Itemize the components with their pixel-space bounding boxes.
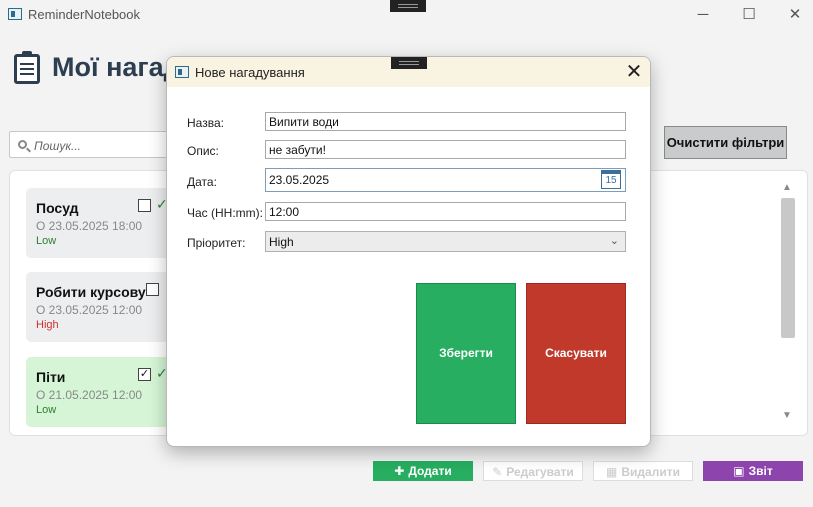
calendar-icon[interactable]: 15 bbox=[601, 170, 621, 189]
search-input[interactable]: Пошук... bbox=[9, 131, 169, 158]
date-value: 23.05.2025 bbox=[269, 173, 330, 187]
report-button[interactable]: ▣ Звіт bbox=[703, 461, 803, 481]
dialog-title: Нове нагадування bbox=[195, 65, 305, 80]
cancel-button[interactable]: Скасувати bbox=[526, 283, 626, 424]
time-label: Час (HH:mm): bbox=[187, 206, 263, 220]
reminder-card[interactable]: Посуд О 23.05.2025 18:00 Low ✓ bbox=[26, 188, 176, 258]
dialog-titlebar[interactable]: Нове нагадування ✕ bbox=[167, 57, 650, 87]
clipboard-icon bbox=[14, 51, 40, 84]
new-reminder-dialog: Нове нагадування ✕ Назва: Випити води Оп… bbox=[166, 56, 651, 447]
reminder-card[interactable]: Піти О 21.05.2025 12:00 Low ✓ ✓ bbox=[26, 357, 176, 427]
add-button[interactable]: ✚ Додати bbox=[373, 461, 473, 481]
done-checkbox[interactable] bbox=[146, 283, 159, 296]
drag-grip-icon[interactable] bbox=[390, 0, 426, 12]
reminder-priority: High bbox=[36, 319, 59, 331]
date-picker[interactable]: 23.05.2025 15 bbox=[265, 168, 626, 192]
search-icon bbox=[18, 140, 27, 149]
date-label: Дата: bbox=[187, 175, 217, 189]
priority-select[interactable]: High ⌄ bbox=[265, 231, 626, 252]
reminder-priority: Low bbox=[36, 235, 57, 247]
description-label: Опис: bbox=[187, 144, 219, 158]
maximize-button[interactable]: ☐ bbox=[726, 0, 772, 30]
scroll-up-icon[interactable]: ▲ bbox=[778, 182, 796, 196]
delete-button[interactable]: ▦ Видалити bbox=[593, 461, 693, 481]
reminder-title: Піти bbox=[36, 369, 66, 385]
reminder-datetime: О 23.05.2025 12:00 bbox=[36, 303, 143, 317]
drag-grip-icon[interactable] bbox=[391, 57, 427, 69]
done-checkbox[interactable] bbox=[138, 199, 151, 212]
description-field[interactable]: не забути! bbox=[265, 140, 626, 159]
dialog-close-button[interactable]: ✕ bbox=[620, 60, 648, 84]
close-window-button[interactable]: ✕ bbox=[772, 0, 813, 30]
trash-icon: ▦ bbox=[606, 465, 618, 479]
window-titlebar: ReminderNotebook ─ ☐ ✕ bbox=[0, 0, 813, 30]
list-scrollbar[interactable]: ▲ ▼ bbox=[778, 180, 796, 425]
window-title: ReminderNotebook bbox=[28, 7, 141, 22]
reminder-card[interactable]: Робити курсову О 23.05.2025 12:00 High bbox=[26, 272, 176, 342]
reminder-priority: Low bbox=[36, 404, 57, 416]
reminder-datetime: О 21.05.2025 12:00 bbox=[36, 388, 143, 402]
pencil-icon: ✎ bbox=[492, 465, 503, 479]
reminder-title: Робити курсову bbox=[36, 284, 146, 300]
plus-icon: ✚ bbox=[394, 464, 405, 478]
reminder-datetime: О 23.05.2025 18:00 bbox=[36, 219, 143, 233]
save-button[interactable]: Зберегти bbox=[416, 283, 516, 424]
clear-filters-button[interactable]: Очистити фільтри bbox=[664, 126, 787, 159]
scroll-down-icon[interactable]: ▼ bbox=[778, 410, 796, 424]
chevron-down-icon: ⌄ bbox=[609, 235, 619, 247]
report-icon: ▣ bbox=[733, 464, 745, 478]
edit-button[interactable]: ✎ Редагувати bbox=[483, 461, 583, 481]
time-field[interactable]: 12:00 bbox=[265, 202, 626, 221]
minimize-button[interactable]: ─ bbox=[680, 0, 726, 30]
search-placeholder: Пошук... bbox=[34, 139, 81, 153]
name-label: Назва: bbox=[187, 116, 224, 130]
reminder-title: Посуд bbox=[36, 200, 79, 216]
dialog-app-icon bbox=[175, 66, 189, 78]
priority-value: High bbox=[269, 235, 294, 249]
scrollbar-thumb[interactable] bbox=[781, 198, 795, 338]
name-field[interactable]: Випити води bbox=[265, 112, 626, 131]
app-icon bbox=[8, 8, 22, 20]
priority-label: Пріоритет: bbox=[187, 236, 246, 250]
done-checkbox[interactable]: ✓ bbox=[138, 368, 151, 381]
